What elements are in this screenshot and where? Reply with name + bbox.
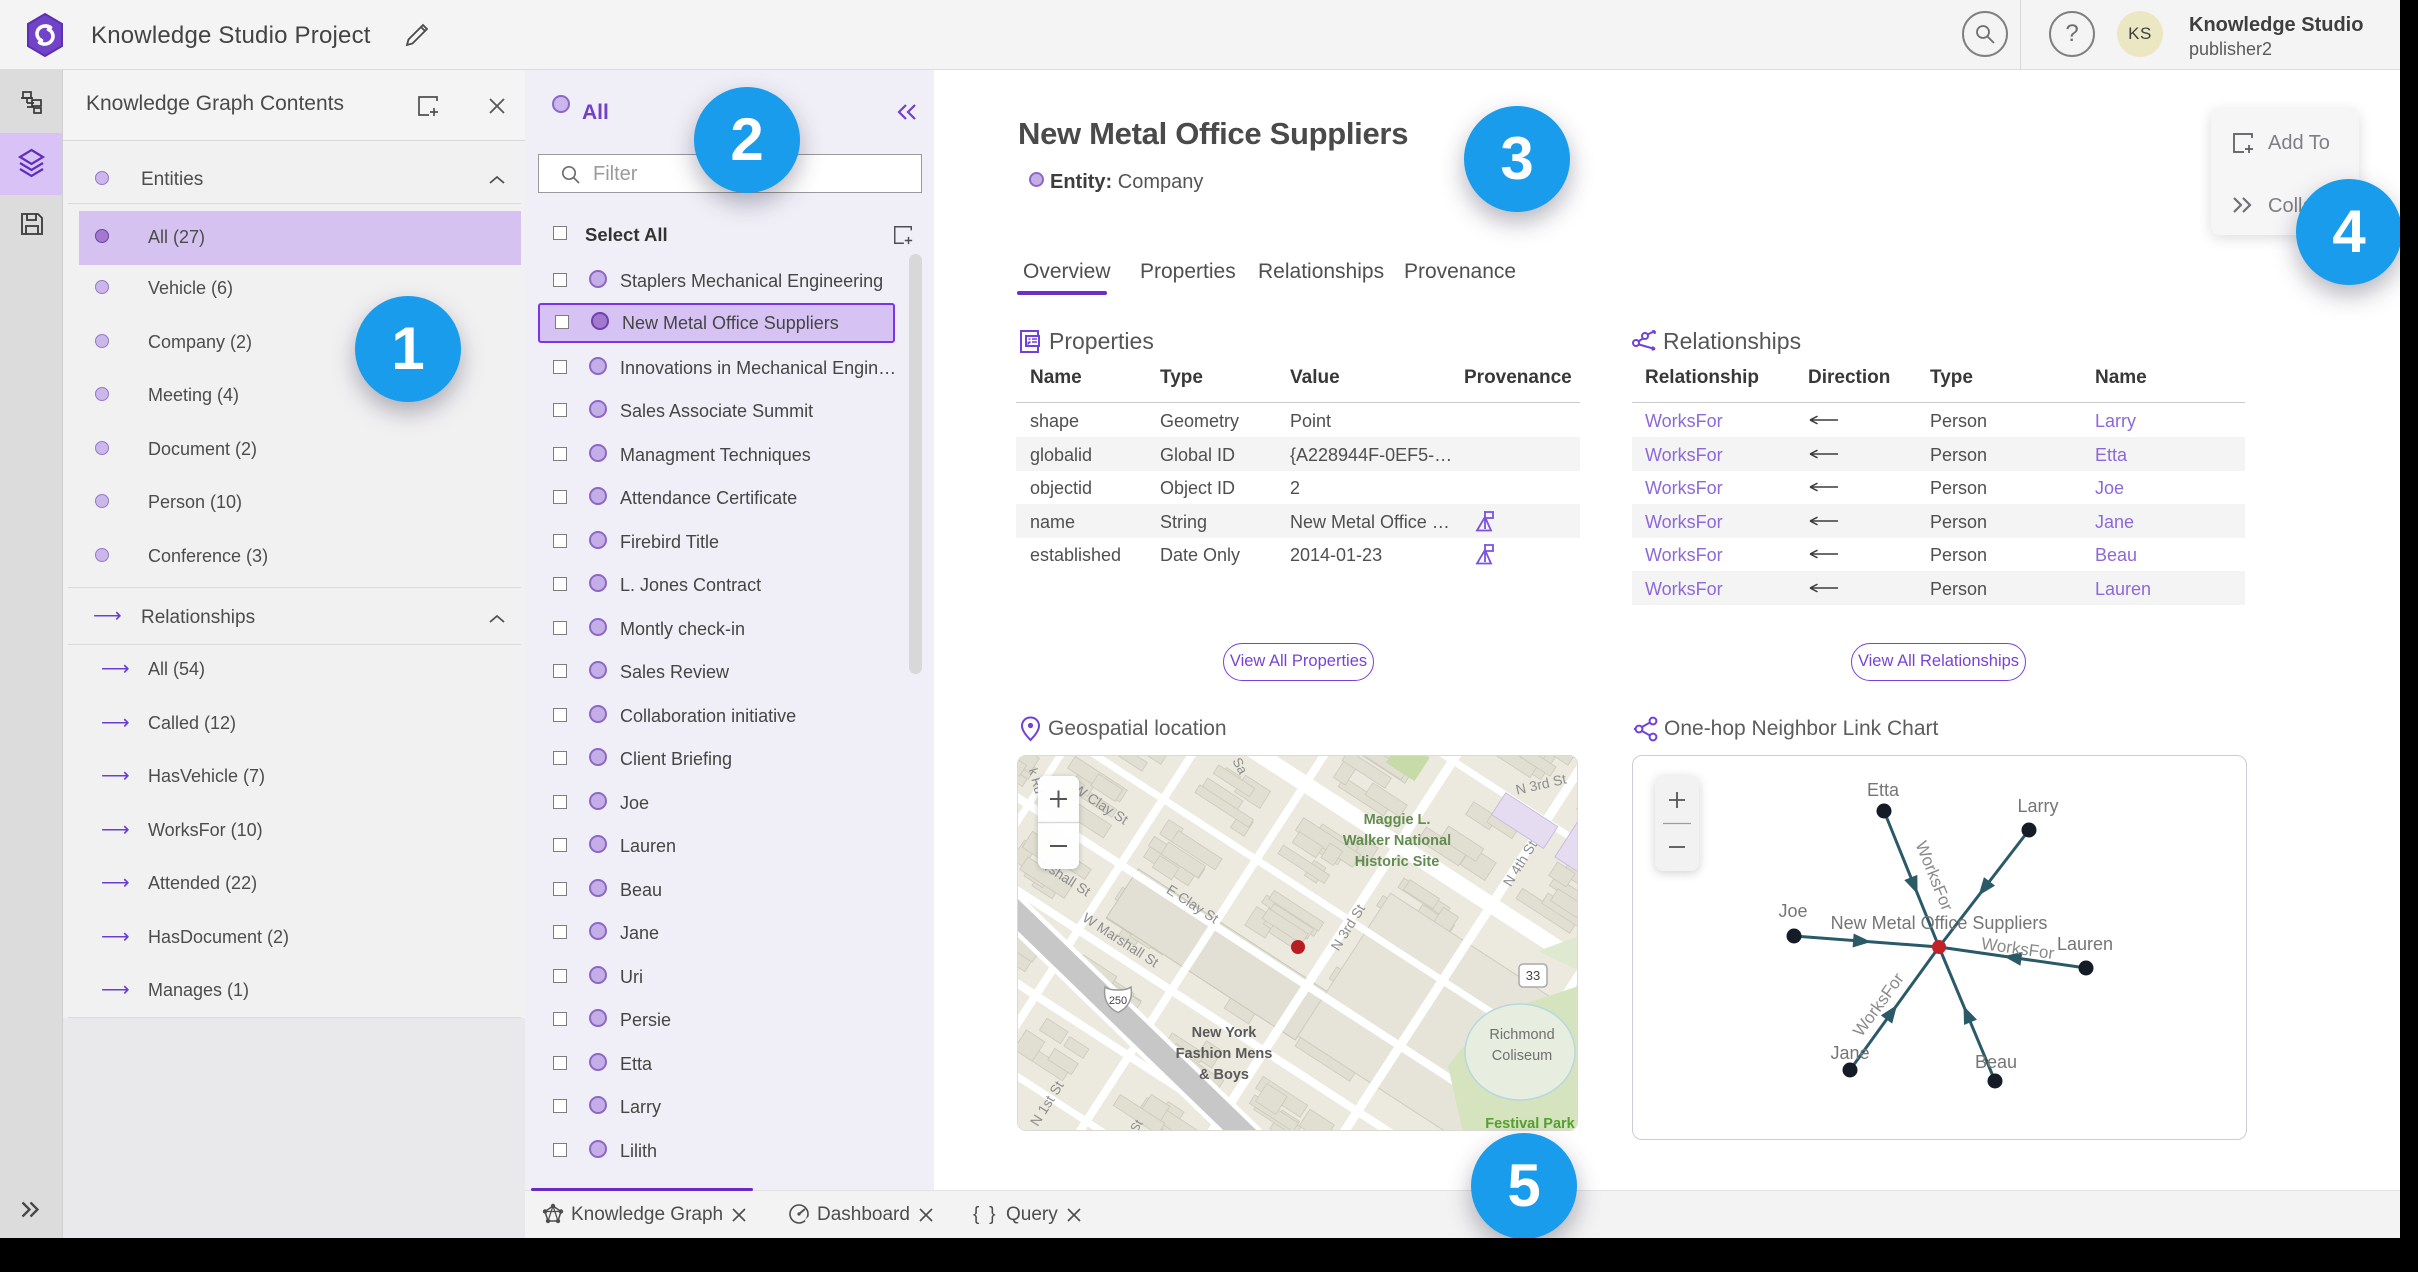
svg-text:Fashion Mens: Fashion Mens bbox=[1176, 1046, 1273, 1062]
svg-text:Joe: Joe bbox=[1778, 901, 1807, 921]
svg-text:Larry: Larry bbox=[2017, 796, 2058, 816]
svg-text:Walker National: Walker National bbox=[1343, 833, 1451, 849]
svg-text:33: 33 bbox=[1526, 968, 1540, 983]
svg-text:Maggie L.: Maggie L. bbox=[1364, 812, 1431, 828]
svg-text:Etta: Etta bbox=[1867, 780, 1900, 800]
svg-text:WorksFor: WorksFor bbox=[1912, 838, 1957, 913]
svg-text:Jane: Jane bbox=[1830, 1043, 1869, 1063]
svg-text:New Metal Office Suppliers: New Metal Office Suppliers bbox=[1831, 913, 2048, 933]
svg-text:250: 250 bbox=[1109, 995, 1127, 1007]
svg-text:Historic Site: Historic Site bbox=[1355, 854, 1440, 870]
svg-text:& Boys: & Boys bbox=[1199, 1067, 1249, 1083]
svg-text:Richmond: Richmond bbox=[1489, 1027, 1554, 1043]
svg-text:Festival Park: Festival Park bbox=[1485, 1116, 1575, 1131]
svg-text:Coliseum: Coliseum bbox=[1492, 1048, 1552, 1064]
svg-text:New York: New York bbox=[1192, 1025, 1258, 1041]
svg-text:Lauren: Lauren bbox=[2057, 934, 2113, 954]
svg-text:Beau: Beau bbox=[1975, 1052, 2017, 1072]
